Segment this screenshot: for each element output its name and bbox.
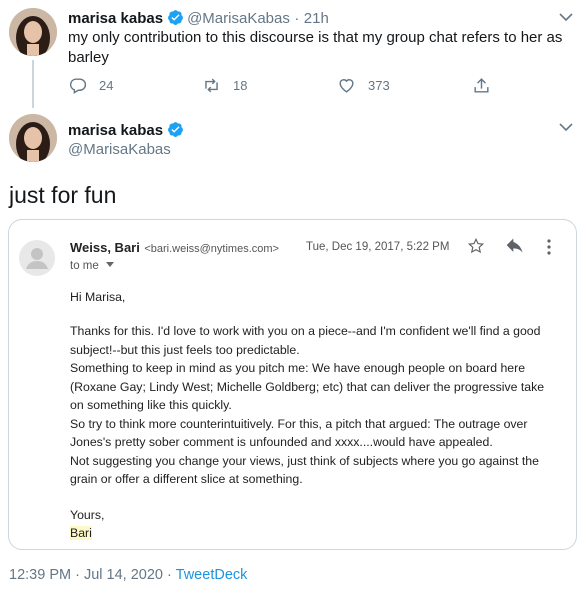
like-button[interactable]: 373: [337, 76, 390, 95]
chevron-down-icon: [559, 13, 573, 22]
email-signature: Bari: [70, 524, 92, 543]
more-options-button[interactable]: [556, 120, 576, 134]
main-tweet-text: just for fun: [9, 182, 117, 208]
like-count: 373: [368, 78, 390, 93]
thread-line: [32, 60, 34, 108]
email-line: So try to think more counterintuitively.…: [70, 416, 528, 431]
attached-image[interactable]: Weiss, Bari <bari.weiss@nytimes.com> Tue…: [8, 219, 577, 550]
email-greeting: Hi Marisa,: [70, 290, 126, 304]
more-vert-icon[interactable]: [545, 238, 553, 261]
main-tweet-author: marisa kabas: [68, 121, 187, 140]
tweet-footer: 12:39 PM · Jul 14, 2020 · TweetDeck: [9, 567, 247, 583]
email-date: Tue, Dec 19, 2017, 5:22 PM: [306, 241, 450, 253]
caret-down-icon: [105, 262, 114, 267]
star-icon[interactable]: [467, 237, 485, 260]
recipient-dropdown[interactable]: to me: [70, 260, 114, 272]
reply-button[interactable]: 24: [68, 76, 113, 95]
client-link[interactable]: TweetDeck: [176, 567, 248, 583]
avatar[interactable]: [9, 8, 57, 56]
email-line: on something like this quickly.: [70, 398, 232, 412]
sender-name: Weiss, Bari: [70, 240, 140, 255]
reply-count: 24: [99, 78, 114, 93]
email-line: Jones's pretty sober comment is unfounde…: [70, 435, 493, 449]
avatar[interactable]: [9, 114, 57, 162]
retweet-count: 18: [233, 78, 248, 93]
more-options-button[interactable]: [556, 10, 576, 24]
reply-tweet-text: my only contribution to this discourse i…: [68, 29, 563, 66]
retweet-button[interactable]: 18: [202, 76, 247, 95]
reply-tweet-header: marisa kabas @MarisaKabas · 21h: [68, 9, 329, 28]
email-line: Not suggesting you change your views, ju…: [70, 453, 539, 468]
reply-arrow-icon[interactable]: [505, 237, 525, 260]
email-paragraph: Thanks for this. I'd love to work with y…: [70, 322, 570, 489]
share-icon: [474, 78, 489, 93]
email-line: grain or offer a different slice at some…: [70, 472, 303, 486]
heart-icon: [339, 79, 354, 93]
sender-email: <bari.weiss@nytimes.com>: [144, 243, 279, 255]
separator-dot: ·: [167, 567, 172, 583]
signature-name: Bari: [70, 526, 92, 540]
author-handle[interactable]: @MarisaKabas: [68, 141, 171, 158]
author-name[interactable]: marisa kabas: [68, 10, 163, 27]
person-icon: [26, 248, 48, 269]
email-line: subject!--but this just feels too predic…: [70, 342, 300, 357]
tweet-timestamp[interactable]: 12:39 PM: [9, 567, 71, 583]
email-line: (Roxane Gay; Lindy West; Michelle Goldbe…: [70, 379, 545, 394]
email-line: Thanks for this. I'd love to work with y…: [70, 324, 541, 338]
tweet-date[interactable]: Jul 14, 2020: [84, 567, 163, 583]
email-line: Something to keep in mind as you pitch m…: [70, 361, 526, 375]
retweet-icon: [205, 78, 218, 93]
separator-dot: ·: [294, 10, 300, 27]
email-closing: Yours,: [70, 508, 105, 522]
tweet-time[interactable]: 21h: [304, 10, 329, 27]
sender-avatar: [19, 240, 55, 276]
recipient-label: to me: [70, 260, 99, 272]
email-sender: Weiss, Bari <bari.weiss@nytimes.com>: [70, 239, 279, 257]
verified-badge-icon: [167, 9, 184, 26]
separator-dot: ·: [75, 567, 80, 583]
author-handle[interactable]: @MarisaKabas: [187, 10, 290, 27]
reply-icon: [69, 78, 87, 94]
verified-badge-icon: [167, 121, 184, 138]
share-button[interactable]: [472, 76, 491, 95]
chevron-down-icon: [559, 123, 573, 132]
author-name[interactable]: marisa kabas: [68, 122, 163, 139]
